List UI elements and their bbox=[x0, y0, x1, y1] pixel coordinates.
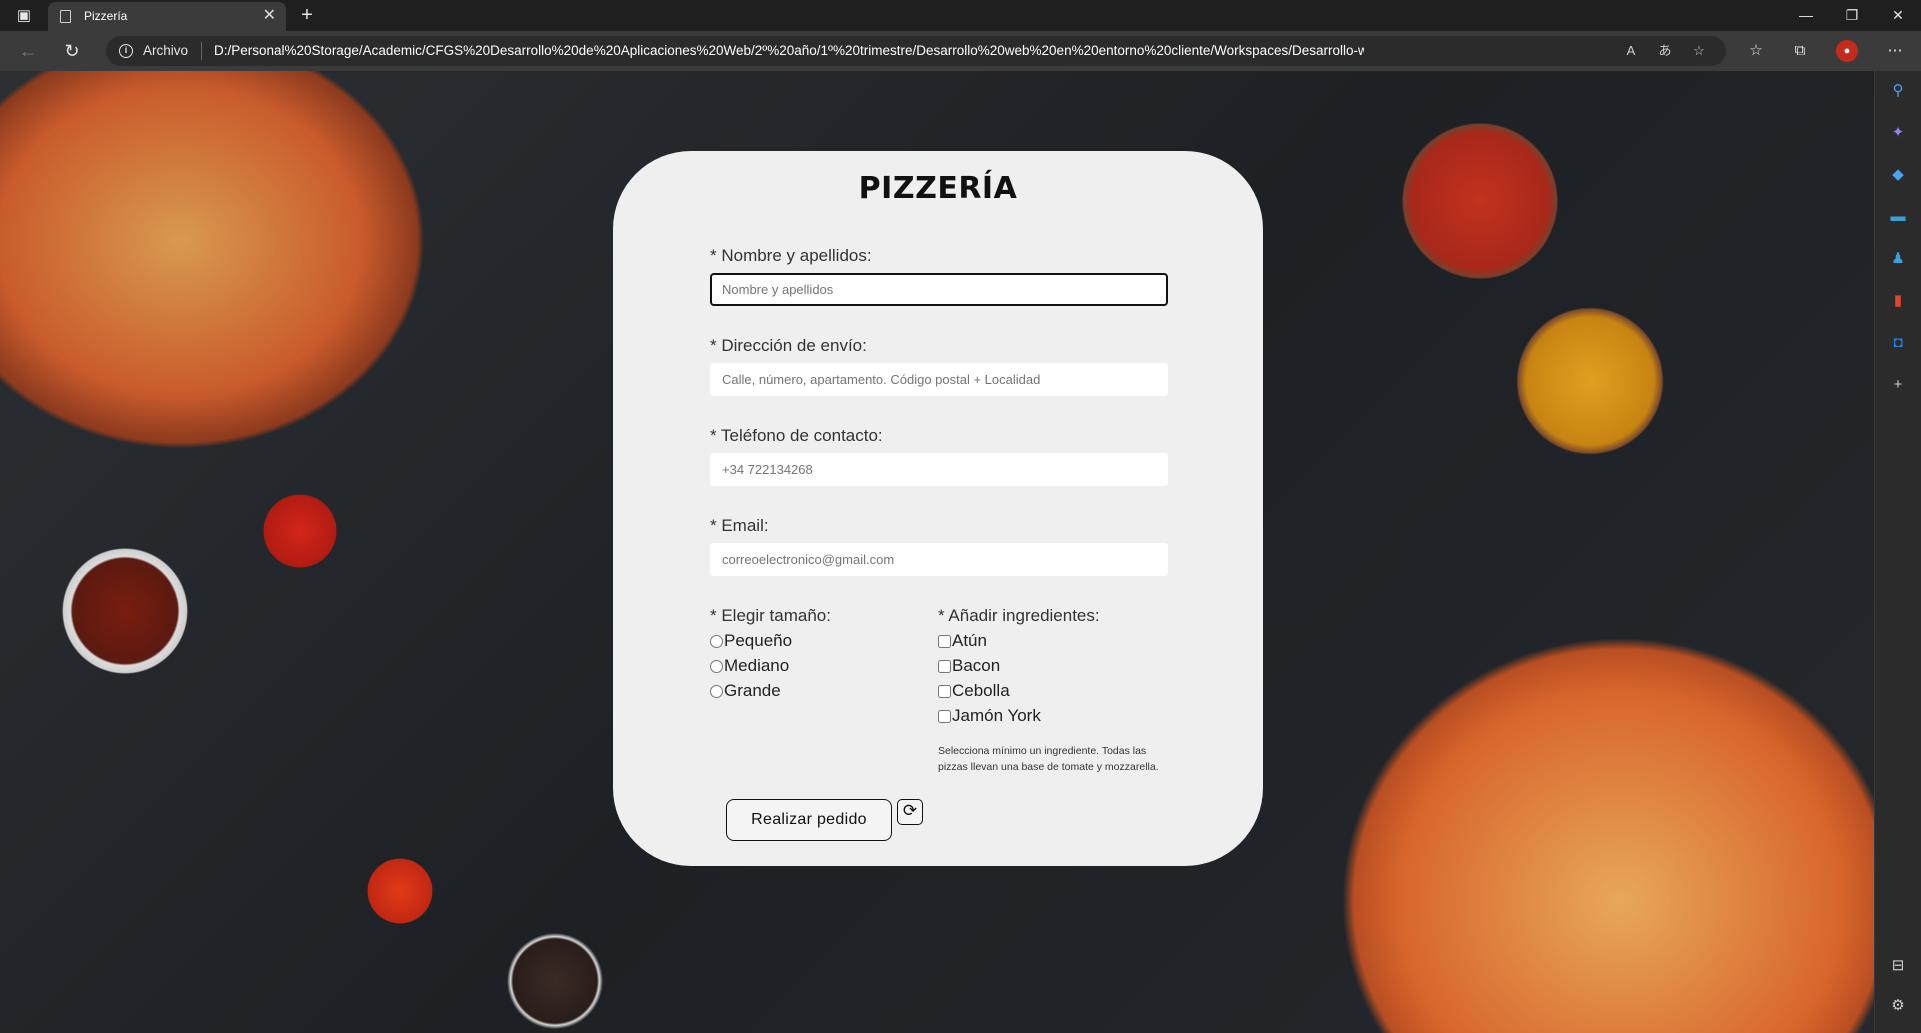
close-window-button[interactable]: ✕ bbox=[1875, 0, 1921, 31]
more-options-icon[interactable]: ⋯ bbox=[1884, 40, 1906, 62]
reload-button[interactable]: ↻ bbox=[61, 40, 83, 62]
submit-order-button[interactable]: Realizar pedido bbox=[726, 799, 892, 841]
tab-pizzeria[interactable]: Pizzería ✕ bbox=[48, 2, 286, 31]
add-favorite-icon[interactable]: ☆ bbox=[1689, 41, 1709, 61]
ingredients-label: * Añadir ingredientes: bbox=[938, 606, 1100, 625]
ingredient-option-label: Cebolla bbox=[952, 681, 1010, 700]
url-divider bbox=[201, 42, 202, 60]
profile-avatar[interactable]: ● bbox=[1836, 40, 1858, 62]
url-field[interactable]: i Archivo D:/Personal%20Storage/Academic… bbox=[106, 36, 1726, 66]
url-scheme: Archivo bbox=[143, 43, 189, 58]
copilot-icon[interactable]: ✦ bbox=[1888, 123, 1908, 143]
tab-title: Pizzería bbox=[84, 9, 128, 23]
page-icon bbox=[60, 10, 71, 23]
ingredient-checkbox[interactable] bbox=[938, 684, 951, 698]
ingredient-checkbox[interactable] bbox=[938, 634, 951, 648]
outlook-icon[interactable]: ◘ bbox=[1888, 333, 1908, 353]
size-option-label: Grande bbox=[724, 681, 781, 700]
size-option-mediano[interactable]: Mediano bbox=[710, 656, 789, 676]
tab-bar: ▣ Pizzería ✕ + — ❐ ✕ bbox=[0, 0, 1921, 31]
shopping-tag-icon[interactable]: ◆ bbox=[1888, 165, 1908, 185]
page-background: PIZZERÍA * Nombre y apellidos: * Direcci… bbox=[0, 71, 1874, 1033]
new-tab-button[interactable]: + bbox=[296, 4, 318, 26]
page-title: PIZZERÍA bbox=[858, 171, 1018, 206]
refresh-icon[interactable]: ⟳ bbox=[897, 799, 923, 825]
info-icon[interactable]: i bbox=[119, 44, 133, 58]
ingredient-option-label: Bacon bbox=[952, 656, 1001, 675]
name-input[interactable] bbox=[710, 273, 1168, 306]
size-option-label: Mediano bbox=[724, 656, 790, 675]
ingredient-option-label: Atún bbox=[952, 631, 987, 650]
ingredient-checkbox[interactable] bbox=[938, 709, 951, 723]
size-radio[interactable] bbox=[710, 684, 723, 698]
email-input[interactable] bbox=[710, 543, 1168, 576]
size-radio[interactable] bbox=[710, 634, 723, 648]
browser-sidebar: ⚲ ✦ ◆ ▬ ♟ ▮ ◘ + ⊟ ⚙ bbox=[1874, 71, 1921, 1033]
address-bar: ← ↻ i Archivo D:/Personal%20Storage/Acad… bbox=[0, 31, 1921, 71]
size-option-label: Pequeño bbox=[724, 631, 793, 650]
email-label: * Email: bbox=[710, 516, 769, 535]
size-option-pequeno[interactable]: Pequeño bbox=[710, 631, 792, 651]
restore-button[interactable]: ❐ bbox=[1829, 0, 1875, 31]
games-icon[interactable]: ♟ bbox=[1888, 249, 1908, 269]
order-form-card: PIZZERÍA * Nombre y apellidos: * Direcci… bbox=[613, 151, 1263, 866]
collections-icon[interactable]: ⧉ bbox=[1789, 40, 1811, 62]
ingredient-option-bacon[interactable]: Bacon bbox=[938, 656, 1000, 676]
phone-input[interactable] bbox=[710, 453, 1168, 486]
size-option-grande[interactable]: Grande bbox=[710, 681, 781, 701]
gear-icon[interactable]: ⚙ bbox=[1888, 996, 1908, 1016]
tools-icon[interactable]: ▬ bbox=[1888, 207, 1908, 227]
ingredient-checkbox[interactable] bbox=[938, 659, 951, 673]
close-tab-icon[interactable]: ✕ bbox=[263, 7, 276, 25]
size-label: * Elegir tamaño: bbox=[710, 606, 831, 625]
size-radio[interactable] bbox=[710, 659, 723, 673]
favorites-icon[interactable]: ☆ bbox=[1745, 40, 1767, 62]
ingredient-option-cebolla[interactable]: Cebolla bbox=[938, 681, 1010, 701]
address-label: * Dirección de envío: bbox=[710, 336, 867, 355]
ingredient-option-atun[interactable]: Atún bbox=[938, 631, 987, 651]
name-label: * Nombre y apellidos: bbox=[710, 246, 872, 265]
office-icon[interactable]: ▮ bbox=[1888, 291, 1908, 311]
ingredient-option-label: Jamón York bbox=[952, 706, 1041, 725]
search-icon[interactable]: ⚲ bbox=[1888, 81, 1908, 101]
hide-sidebar-icon[interactable]: ⊟ bbox=[1888, 956, 1908, 976]
window-controls: — ❐ ✕ bbox=[1783, 0, 1921, 31]
phone-label: * Teléfono de contacto: bbox=[710, 426, 883, 445]
translate-icon[interactable]: あ bbox=[1655, 41, 1675, 61]
add-icon[interactable]: + bbox=[1888, 375, 1908, 395]
ingredient-option-jamon-york[interactable]: Jamón York bbox=[938, 706, 1041, 726]
address-input[interactable] bbox=[710, 363, 1168, 396]
url-text[interactable]: D:/Personal%20Storage/Academic/CFGS%20De… bbox=[214, 43, 1364, 58]
minimize-button[interactable]: — bbox=[1783, 0, 1829, 31]
tab-actions-icon[interactable]: ▣ bbox=[14, 6, 34, 26]
back-button[interactable]: ← bbox=[17, 40, 39, 62]
ingredients-note: Selecciona mínimo un ingrediente. Todas … bbox=[938, 745, 1159, 773]
read-aloud-icon[interactable]: A bbox=[1621, 41, 1641, 61]
